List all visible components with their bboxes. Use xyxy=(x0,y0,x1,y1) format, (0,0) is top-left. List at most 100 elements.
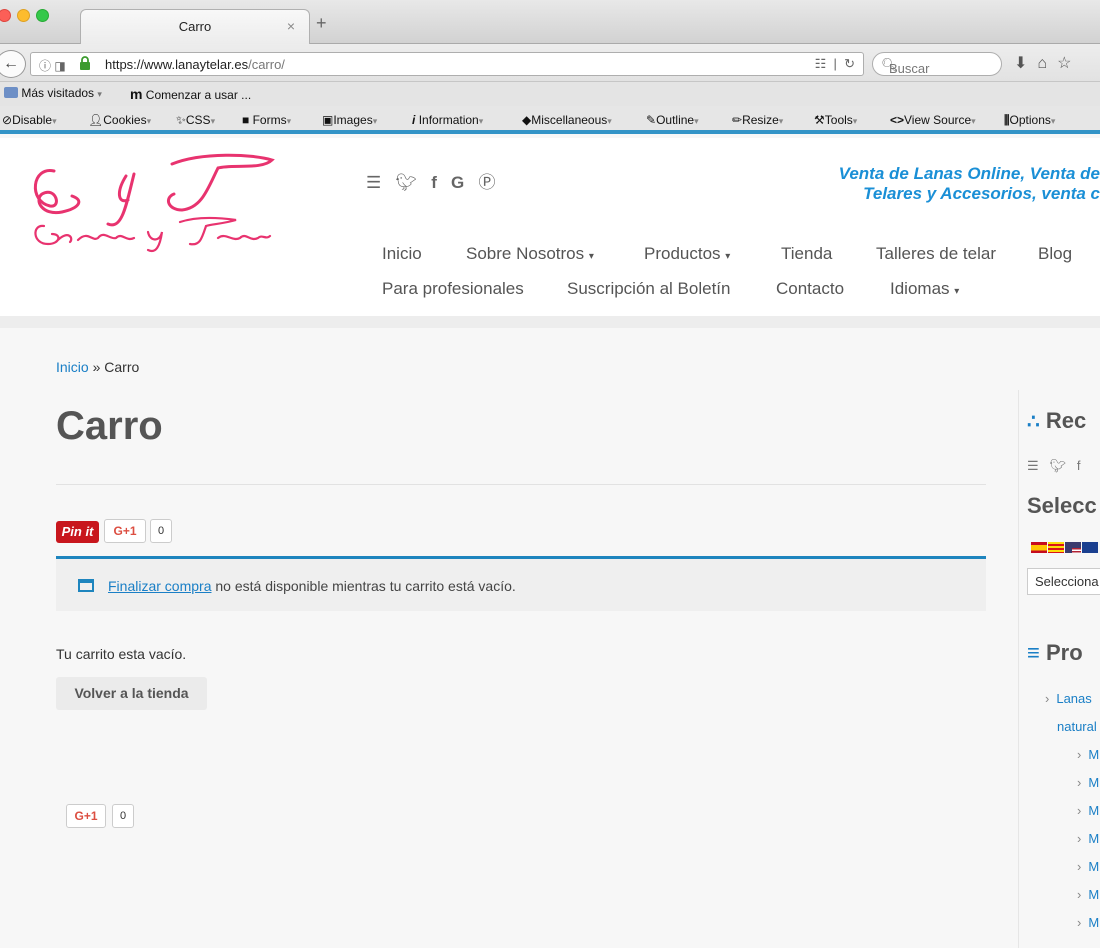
toolbar-icons[interactable]: ⬇⌂☆ xyxy=(1014,53,1081,73)
resize-menu[interactable]: ✏Resize▾ xyxy=(732,113,783,127)
category-naturales[interactable]: natural xyxy=(1057,719,1097,734)
notice-text: Finalizar compra no está disponible mien… xyxy=(108,578,516,594)
nav-suscripcion[interactable]: Suscripción al Boletín xyxy=(567,279,730,299)
back-button[interactable]: ← xyxy=(0,50,26,78)
bookmarks-bar: Más visitados ▾ m Comenzar a usar ... xyxy=(0,82,1100,106)
pinterest-pin-button[interactable]: Pin it xyxy=(56,521,99,543)
language-widget-heading: Selecc xyxy=(1027,493,1097,518)
download-icon[interactable]: ⬇ xyxy=(1014,55,1037,72)
twitter-icon[interactable]: 🐦︎ xyxy=(1050,458,1067,473)
google-plus-button[interactable]: G+1 xyxy=(104,519,146,543)
site-logo[interactable] xyxy=(22,146,282,256)
subcategory-item[interactable]: › M xyxy=(1077,915,1099,930)
checkout-link[interactable]: Finalizar compra xyxy=(108,578,211,594)
css-label: CSS xyxy=(185,113,211,127)
nav-idiomas[interactable]: Idiomas ▾ xyxy=(890,279,959,299)
tagline-line-2: Telares y Accesorios, venta c xyxy=(863,184,1100,203)
search-placeholder-text: Buscar xyxy=(889,61,930,76)
pinterest-icon[interactable]: Ⓟ xyxy=(478,173,495,192)
view-source-menu[interactable]: <>View Source▾ xyxy=(890,113,976,127)
view-source-label: View Source xyxy=(904,113,972,127)
reader-reload-icons[interactable]: ☷ | ↻ xyxy=(815,56,855,72)
home-icon[interactable]: ⌂ xyxy=(1037,55,1057,72)
search-input[interactable]: 🔍︎ Buscar xyxy=(872,52,1002,76)
usa-flag-icon[interactable] xyxy=(1065,542,1081,553)
images-label: Images xyxy=(333,113,373,127)
most-visited-label: Más visitados xyxy=(21,86,95,100)
web-developer-toolbar: ⊘Disable▾ 👤︎Cookies▾ ✨︎CSS▾ ■ Forms▾ ▣Im… xyxy=(0,106,1100,134)
tab-title: Carro xyxy=(178,19,212,34)
clipboard-icon: ■ xyxy=(242,113,250,127)
bottom-google-plus-button[interactable]: G+1 xyxy=(66,804,106,828)
url-text[interactable]: https://www.lanaytelar.es/carro/ xyxy=(105,57,285,72)
disable-menu[interactable]: ⊘Disable▾ xyxy=(2,113,57,127)
url-bar[interactable]: ⓘ ◨ https://www.lanaytelar.es/carro/ ☷ |… xyxy=(30,52,864,76)
site-info-icon[interactable]: ⓘ ◨ xyxy=(39,57,66,74)
nav-talleres[interactable]: Talleres de telar xyxy=(876,244,996,264)
twitter-icon[interactable]: 🐦︎ xyxy=(395,173,417,192)
subcategory-item[interactable]: › M xyxy=(1077,831,1099,846)
category-lanas-label: Lanas xyxy=(1056,691,1092,706)
facebook-icon[interactable]: f xyxy=(431,173,437,192)
nav-sobre-nosotros[interactable]: Sobre Nosotros ▾ xyxy=(466,244,594,264)
language-flag-icon[interactable] xyxy=(1082,542,1098,553)
disable-label: Disable xyxy=(12,113,53,127)
rss-icon[interactable]: ☰ xyxy=(1027,458,1039,473)
page-title: Carro xyxy=(56,404,163,448)
subcategory-item[interactable]: › M xyxy=(1077,747,1099,762)
subcategory-item[interactable]: › M xyxy=(1077,803,1099,818)
catalonia-flag-icon[interactable] xyxy=(1048,542,1064,553)
site-tagline: Venta de Lanas Online, Venta de Telares … xyxy=(839,164,1100,204)
most-visited-bookmark[interactable]: Más visitados ▾ xyxy=(4,86,102,100)
follow-heading-text: Rec xyxy=(1045,408,1087,433)
nav-profesionales[interactable]: Para profesionales xyxy=(382,279,524,299)
nav-contacto[interactable]: Contacto xyxy=(776,279,844,299)
nav-inicio[interactable]: Inicio xyxy=(382,244,422,264)
tab-close-icon[interactable]: × xyxy=(287,18,295,34)
wand-icon: ✨︎ xyxy=(176,113,186,127)
bottom-google-plus-count: 0 xyxy=(112,804,134,828)
forms-menu[interactable]: ■ Forms▾ xyxy=(242,113,291,127)
nav-blog[interactable]: Blog xyxy=(1038,244,1072,264)
subcategory-label: M xyxy=(1088,775,1100,790)
options-label: Options xyxy=(1009,113,1051,127)
language-select[interactable]: Selecciona xyxy=(1027,568,1100,595)
new-tab-button[interactable]: + xyxy=(316,13,327,34)
information-menu[interactable]: i Information▾ xyxy=(412,113,483,127)
subcategory-item[interactable]: › M xyxy=(1077,859,1099,874)
minimize-window-button[interactable] xyxy=(17,9,30,22)
subcategory-item[interactable]: › M xyxy=(1077,775,1099,790)
browser-tab[interactable]: Carro × xyxy=(80,9,310,45)
nav-productos[interactable]: Productos ▾ xyxy=(644,244,730,264)
subcategory-item[interactable]: › M xyxy=(1077,887,1099,902)
bookmark-star-icon[interactable]: ☆ xyxy=(1057,55,1081,72)
disable-icon: ⊘ xyxy=(2,113,13,127)
return-to-shop-button[interactable]: Volver a la tienda xyxy=(56,677,207,710)
facebook-icon[interactable]: f xyxy=(1077,458,1081,473)
sidebar: ∴ Rec ☰ 🐦︎ f Selecc Selecciona ≡ Pro › La… xyxy=(1018,390,1100,948)
spain-flag-icon[interactable] xyxy=(1031,542,1047,553)
options-menu[interactable]: ⫼Options▾ xyxy=(1004,113,1055,128)
css-menu[interactable]: ✨︎CSS▾ xyxy=(176,113,215,128)
breadcrumb-home-link[interactable]: Inicio xyxy=(56,359,89,375)
language-flags xyxy=(1031,540,1099,553)
category-lanas[interactable]: › Lanas xyxy=(1045,691,1092,706)
cookies-menu[interactable]: 👤︎Cookies▾ xyxy=(88,113,151,127)
resize-pencil-icon: ✏ xyxy=(732,113,743,127)
caret-down-icon: ▾ xyxy=(588,251,594,262)
images-menu[interactable]: ▣Images▾ xyxy=(322,113,377,127)
close-window-button[interactable] xyxy=(0,9,11,22)
outline-menu[interactable]: ✎Outline▾ xyxy=(646,113,699,127)
nav-tienda[interactable]: Tienda xyxy=(781,244,832,264)
mozilla-icon: m xyxy=(130,86,143,102)
miscellaneous-menu[interactable]: ◆Miscellaneous▾ xyxy=(522,113,612,127)
follow-widget-heading: ∴ Rec xyxy=(1027,408,1086,434)
breadcrumb-current: Carro xyxy=(104,359,140,375)
zoom-window-button[interactable] xyxy=(36,9,49,22)
nav-idiomas-label: Idiomas xyxy=(890,279,950,298)
rss-icon[interactable]: ☰ xyxy=(366,173,381,192)
google-icon[interactable]: G xyxy=(451,173,464,192)
tools-menu[interactable]: ⚒Tools▾ xyxy=(814,113,857,127)
getting-started-bookmark[interactable]: m Comenzar a usar ... xyxy=(130,86,251,102)
google-plus-count: 0 xyxy=(150,519,172,543)
